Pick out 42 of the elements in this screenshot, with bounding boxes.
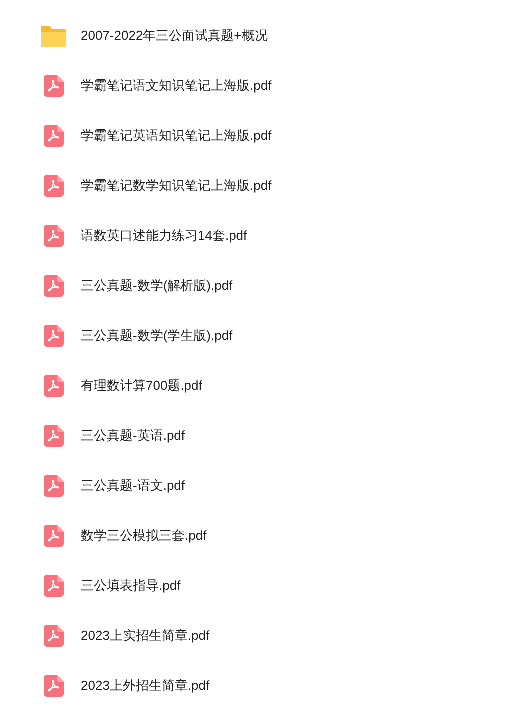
pdf-icon [44,125,64,147]
file-name: 有理数计算700题.pdf [81,377,202,396]
file-name: 学霸笔记语文知识笔记上海版.pdf [81,77,272,96]
file-name: 2023上实招生简章.pdf [81,627,210,646]
file-name: 三公真题-数学(学生版).pdf [81,327,233,346]
folder-icon [41,26,66,46]
file-name: 学霸笔记英语知识笔记上海版.pdf [81,127,272,146]
file-name: 2007-2022年三公面试真题+概况 [81,27,268,46]
file-name: 语数英口述能力练习14套.pdf [81,227,248,246]
file-row[interactable]: 学霸笔记英语知识笔记上海版.pdf [0,111,524,161]
file-row[interactable]: 数学三公模拟三套.pdf [0,511,524,561]
file-name: 三公真题-语文.pdf [81,477,186,496]
file-row[interactable]: 三公真题-语文.pdf [0,461,524,511]
file-name: 数学三公模拟三套.pdf [81,527,207,546]
pdf-icon [44,325,64,347]
pdf-icon [44,375,64,397]
pdf-icon [44,75,64,97]
file-row[interactable]: 三公真题-英语.pdf [0,411,524,461]
file-name: 学霸笔记数学知识笔记上海版.pdf [81,177,272,196]
file-name: 三公填表指导.pdf [81,577,181,596]
file-row[interactable]: 学霸笔记数学知识笔记上海版.pdf [0,161,524,211]
file-name: 三公真题-数学(解析版).pdf [81,277,233,296]
pdf-icon [44,625,64,647]
file-row[interactable]: 有理数计算700题.pdf [0,361,524,411]
file-row[interactable]: 三公真题-数学(学生版).pdf [0,311,524,361]
file-row[interactable]: 2007-2022年三公面试真题+概况 [0,11,524,61]
pdf-icon [44,425,64,447]
file-row[interactable]: 语数英口述能力练习14套.pdf [0,211,524,261]
pdf-icon [44,575,64,597]
file-row[interactable]: 三公真题-数学(解析版).pdf [0,261,524,311]
file-row[interactable]: 三公填表指导.pdf [0,561,524,611]
file-name: 2023上外招生简章.pdf [81,677,210,696]
pdf-icon [44,175,64,197]
file-row[interactable]: 2023上外招生简章.pdf [0,661,524,711]
file-row[interactable]: 学霸笔记语文知识笔记上海版.pdf [0,61,524,111]
pdf-icon [44,525,64,547]
pdf-icon [44,475,64,497]
file-name: 三公真题-英语.pdf [81,427,186,446]
file-row[interactable]: 2023上实招生简章.pdf [0,611,524,661]
pdf-icon [44,275,64,297]
pdf-icon [44,675,64,697]
pdf-icon [44,225,64,247]
